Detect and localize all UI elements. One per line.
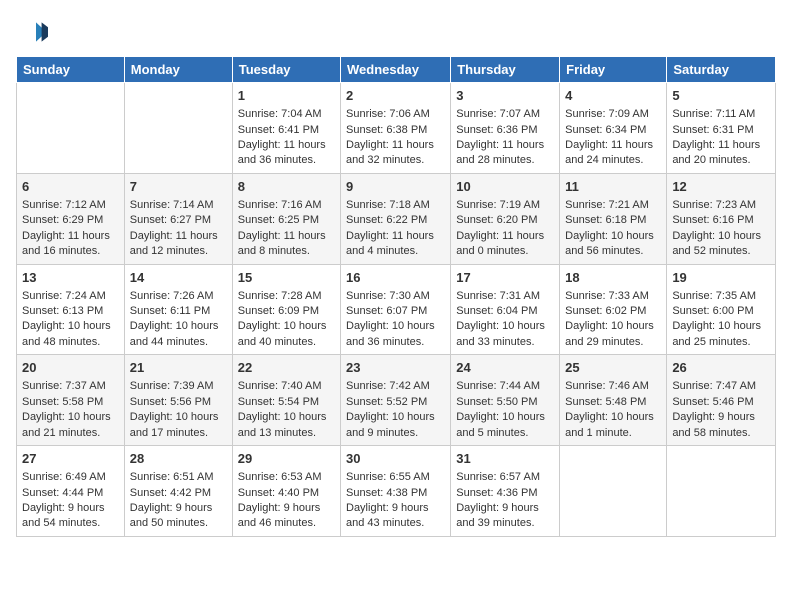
day-number: 10	[456, 178, 554, 196]
calendar-cell: 18Sunrise: 7:33 AMSunset: 6:02 PMDayligh…	[560, 264, 667, 355]
day-number: 9	[346, 178, 445, 196]
day-number: 1	[238, 87, 335, 105]
calendar-cell: 28Sunrise: 6:51 AMSunset: 4:42 PMDayligh…	[124, 446, 232, 537]
calendar-cell: 29Sunrise: 6:53 AMSunset: 4:40 PMDayligh…	[232, 446, 340, 537]
calendar-week-4: 20Sunrise: 7:37 AMSunset: 5:58 PMDayligh…	[17, 355, 776, 446]
day-number: 25	[565, 359, 661, 377]
calendar-cell	[667, 446, 776, 537]
day-number: 27	[22, 450, 119, 468]
day-number: 12	[672, 178, 770, 196]
day-number: 31	[456, 450, 554, 468]
day-number: 4	[565, 87, 661, 105]
calendar-cell: 20Sunrise: 7:37 AMSunset: 5:58 PMDayligh…	[17, 355, 125, 446]
page-header	[16, 16, 776, 48]
calendar-cell: 16Sunrise: 7:30 AMSunset: 6:07 PMDayligh…	[341, 264, 451, 355]
calendar-cell: 12Sunrise: 7:23 AMSunset: 6:16 PMDayligh…	[667, 173, 776, 264]
calendar-cell: 27Sunrise: 6:49 AMSunset: 4:44 PMDayligh…	[17, 446, 125, 537]
calendar-cell: 10Sunrise: 7:19 AMSunset: 6:20 PMDayligh…	[451, 173, 560, 264]
calendar-cell: 1Sunrise: 7:04 AMSunset: 6:41 PMDaylight…	[232, 83, 340, 174]
header-day-tuesday: Tuesday	[232, 57, 340, 83]
header-day-wednesday: Wednesday	[341, 57, 451, 83]
calendar-cell: 24Sunrise: 7:44 AMSunset: 5:50 PMDayligh…	[451, 355, 560, 446]
day-number: 23	[346, 359, 445, 377]
logo	[16, 16, 52, 48]
calendar-body: 1Sunrise: 7:04 AMSunset: 6:41 PMDaylight…	[17, 83, 776, 537]
header-row: SundayMondayTuesdayWednesdayThursdayFrid…	[17, 57, 776, 83]
calendar-cell: 21Sunrise: 7:39 AMSunset: 5:56 PMDayligh…	[124, 355, 232, 446]
calendar-cell: 4Sunrise: 7:09 AMSunset: 6:34 PMDaylight…	[560, 83, 667, 174]
day-number: 11	[565, 178, 661, 196]
day-number: 3	[456, 87, 554, 105]
calendar-week-3: 13Sunrise: 7:24 AMSunset: 6:13 PMDayligh…	[17, 264, 776, 355]
day-number: 24	[456, 359, 554, 377]
calendar-cell: 2Sunrise: 7:06 AMSunset: 6:38 PMDaylight…	[341, 83, 451, 174]
calendar-cell: 17Sunrise: 7:31 AMSunset: 6:04 PMDayligh…	[451, 264, 560, 355]
day-number: 26	[672, 359, 770, 377]
day-number: 7	[130, 178, 227, 196]
day-number: 21	[130, 359, 227, 377]
calendar-cell	[17, 83, 125, 174]
day-number: 18	[565, 269, 661, 287]
calendar-cell: 6Sunrise: 7:12 AMSunset: 6:29 PMDaylight…	[17, 173, 125, 264]
day-number: 6	[22, 178, 119, 196]
calendar-cell: 11Sunrise: 7:21 AMSunset: 6:18 PMDayligh…	[560, 173, 667, 264]
day-number: 2	[346, 87, 445, 105]
calendar-cell: 31Sunrise: 6:57 AMSunset: 4:36 PMDayligh…	[451, 446, 560, 537]
calendar-cell: 7Sunrise: 7:14 AMSunset: 6:27 PMDaylight…	[124, 173, 232, 264]
calendar-cell: 5Sunrise: 7:11 AMSunset: 6:31 PMDaylight…	[667, 83, 776, 174]
calendar-cell: 14Sunrise: 7:26 AMSunset: 6:11 PMDayligh…	[124, 264, 232, 355]
day-number: 15	[238, 269, 335, 287]
logo-icon	[16, 16, 48, 48]
calendar-cell: 3Sunrise: 7:07 AMSunset: 6:36 PMDaylight…	[451, 83, 560, 174]
calendar-cell: 9Sunrise: 7:18 AMSunset: 6:22 PMDaylight…	[341, 173, 451, 264]
calendar-week-5: 27Sunrise: 6:49 AMSunset: 4:44 PMDayligh…	[17, 446, 776, 537]
header-day-thursday: Thursday	[451, 57, 560, 83]
calendar-cell: 26Sunrise: 7:47 AMSunset: 5:46 PMDayligh…	[667, 355, 776, 446]
calendar-cell: 19Sunrise: 7:35 AMSunset: 6:00 PMDayligh…	[667, 264, 776, 355]
calendar-table: SundayMondayTuesdayWednesdayThursdayFrid…	[16, 56, 776, 537]
calendar-cell: 15Sunrise: 7:28 AMSunset: 6:09 PMDayligh…	[232, 264, 340, 355]
day-number: 14	[130, 269, 227, 287]
day-number: 17	[456, 269, 554, 287]
calendar-week-2: 6Sunrise: 7:12 AMSunset: 6:29 PMDaylight…	[17, 173, 776, 264]
header-day-friday: Friday	[560, 57, 667, 83]
day-number: 19	[672, 269, 770, 287]
day-number: 8	[238, 178, 335, 196]
calendar-cell: 22Sunrise: 7:40 AMSunset: 5:54 PMDayligh…	[232, 355, 340, 446]
calendar-cell: 8Sunrise: 7:16 AMSunset: 6:25 PMDaylight…	[232, 173, 340, 264]
calendar-week-1: 1Sunrise: 7:04 AMSunset: 6:41 PMDaylight…	[17, 83, 776, 174]
calendar-cell: 23Sunrise: 7:42 AMSunset: 5:52 PMDayligh…	[341, 355, 451, 446]
day-number: 16	[346, 269, 445, 287]
calendar-cell: 30Sunrise: 6:55 AMSunset: 4:38 PMDayligh…	[341, 446, 451, 537]
calendar-cell: 13Sunrise: 7:24 AMSunset: 6:13 PMDayligh…	[17, 264, 125, 355]
day-number: 22	[238, 359, 335, 377]
day-number: 5	[672, 87, 770, 105]
header-day-saturday: Saturday	[667, 57, 776, 83]
calendar-cell: 25Sunrise: 7:46 AMSunset: 5:48 PMDayligh…	[560, 355, 667, 446]
day-number: 20	[22, 359, 119, 377]
header-day-sunday: Sunday	[17, 57, 125, 83]
day-number: 29	[238, 450, 335, 468]
day-number: 30	[346, 450, 445, 468]
calendar-header: SundayMondayTuesdayWednesdayThursdayFrid…	[17, 57, 776, 83]
day-number: 28	[130, 450, 227, 468]
calendar-cell	[124, 83, 232, 174]
day-number: 13	[22, 269, 119, 287]
calendar-cell	[560, 446, 667, 537]
header-day-monday: Monday	[124, 57, 232, 83]
